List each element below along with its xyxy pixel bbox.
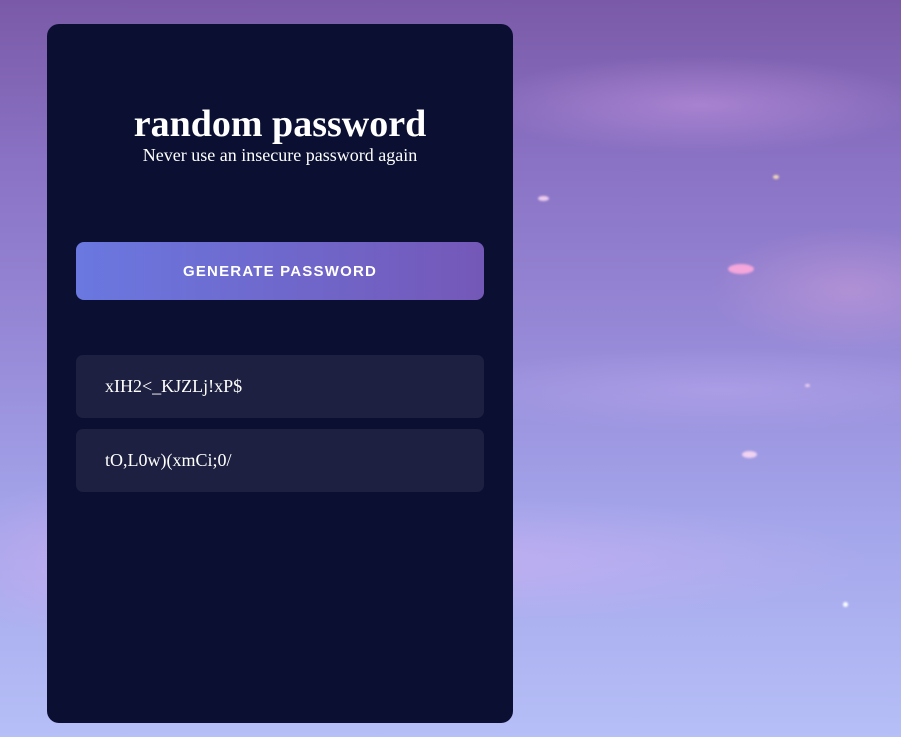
password-item[interactable]: tO,L0w)(xmCi;0/: [76, 429, 484, 492]
background-sparkle: [742, 451, 757, 458]
app-subtitle: Never use an insecure password again: [142, 145, 418, 165]
background-sparkle: [538, 196, 549, 201]
background-sparkle: [805, 384, 810, 387]
background-sparkle: [773, 175, 779, 179]
background-sparkle: [843, 602, 848, 607]
background-sparkle: [728, 264, 754, 274]
password-list: xIH2<_KJZLj!xP$ tO,L0w)(xmCi;0/: [76, 355, 484, 503]
password-item[interactable]: xIH2<_KJZLj!xP$: [76, 355, 484, 418]
generate-password-button[interactable]: GENERATE PASSWORD: [76, 242, 484, 300]
app-title: random password: [133, 103, 427, 145]
password-generator-card: random password Never use an insecure pa…: [47, 24, 513, 723]
